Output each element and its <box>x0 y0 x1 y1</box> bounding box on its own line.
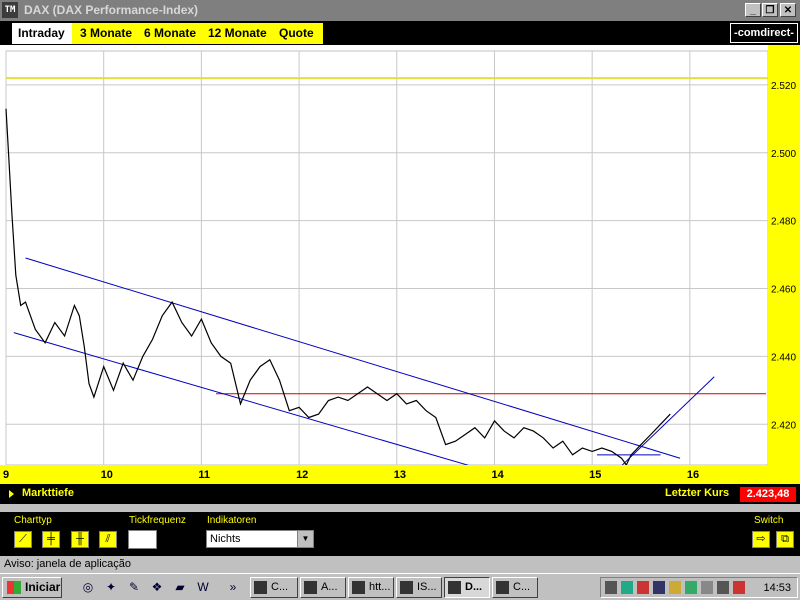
start-button[interactable]: Iniciar <box>2 577 62 598</box>
task-icon <box>304 581 317 594</box>
x-tick-label: 11 <box>198 469 210 481</box>
task-icon <box>496 581 509 594</box>
indikatoren-select[interactable]: Nichts ▼ <box>206 530 314 548</box>
tray-icon[interactable] <box>701 581 713 594</box>
y-axis: 2.520 2.500 2.480 2.460 2.440 2.420 <box>768 45 800 484</box>
task-label: htt... <box>369 581 391 593</box>
x-tick-label: 10 <box>101 469 113 481</box>
separator <box>0 504 800 512</box>
tray-icon[interactable] <box>637 581 649 594</box>
tab-3-monate[interactable]: 3 Monate <box>72 23 146 44</box>
task-label: C... <box>271 581 289 593</box>
switch-window-icon[interactable]: ⧉ <box>776 531 794 548</box>
tray-icon[interactable] <box>669 581 681 594</box>
folder-icon[interactable]: ▰ <box>172 579 188 595</box>
tray-icon[interactable] <box>733 581 745 594</box>
x-tick-label: 16 <box>687 469 699 481</box>
tickfrequenz-input[interactable] <box>128 530 157 549</box>
task-button-5[interactable]: D... <box>444 577 490 598</box>
switch-forward-icon[interactable]: ⇨ <box>752 531 770 548</box>
tray-icon[interactable] <box>605 581 617 594</box>
tab-6-monate[interactable]: 6 Monate <box>138 23 206 44</box>
app-icon[interactable]: TM <box>2 2 18 18</box>
taskbar: Iniciar ◎ ✦ ✎ ❖ ▰ W » C... A... htt... I… <box>0 573 800 600</box>
x-axis: 9 10 11 12 13 14 15 16 <box>0 465 768 484</box>
tab-quote[interactable]: Quote <box>272 23 323 44</box>
chart-area: 2.520 2.500 2.480 2.460 2.440 2.420 9 10 11 12 13… <box>0 45 800 484</box>
y-tick-label: 2.420 <box>771 420 796 431</box>
y-tick-label: 2.480 <box>771 217 796 228</box>
indikatoren-label: Indikatoren <box>207 515 257 526</box>
tickfrequenz-label: Tickfrequenz <box>129 515 186 526</box>
start-label: Iniciar <box>25 580 61 594</box>
tab-intraday[interactable]: Intraday <box>12 23 76 44</box>
chart-grid <box>5 50 769 466</box>
y-axis-band <box>768 45 800 484</box>
y-tick-label: 2.500 <box>771 149 796 160</box>
tools-icon[interactable]: ✎ <box>126 579 142 595</box>
comdirect-logo: -comdirect- <box>730 23 798 43</box>
markttiefe-link[interactable]: Markttiefe <box>22 487 74 499</box>
task-button-2[interactable]: A... <box>300 577 346 598</box>
tray-icon[interactable] <box>717 581 729 594</box>
task-button-4[interactable]: IS... <box>396 577 442 598</box>
x-tick-label: 9 <box>3 469 9 481</box>
task-button-6[interactable]: C... <box>492 577 538 598</box>
acrobat-icon[interactable]: ✦ <box>103 579 119 595</box>
line-chart-icon[interactable]: ⟋ <box>14 531 32 548</box>
restore-button[interactable]: ❐ <box>762 3 778 17</box>
ohlc-chart-icon[interactable]: ⫽ <box>99 531 117 548</box>
clock: 14:53 <box>763 582 791 594</box>
tab-12-monate[interactable]: 12 Monate <box>200 23 280 44</box>
minimize-button[interactable]: _ <box>745 3 761 17</box>
close-button[interactable]: ✕ <box>780 3 796 17</box>
indikatoren-value: Nichts <box>210 533 241 545</box>
x-tick-label: 15 <box>589 469 601 481</box>
system-tray: 14:53 <box>600 577 798 598</box>
x-tick-label: 12 <box>296 469 308 481</box>
network-icon[interactable]: ❖ <box>149 579 165 595</box>
y-tick-label: 2.520 <box>771 81 796 92</box>
task-icon <box>400 581 413 594</box>
tab-bar: Intraday 3 Monate 6 Monate 12 Monate Quo… <box>0 21 800 45</box>
tray-icon[interactable] <box>653 581 665 594</box>
info-row: Markttiefe Letzter Kurs 2.423,48 <box>0 484 800 504</box>
task-icon <box>352 581 365 594</box>
task-icon <box>448 581 461 594</box>
y-tick-label: 2.440 <box>771 352 796 363</box>
status-bar: Aviso: janela de aplicação <box>0 556 800 573</box>
letzter-kurs-value: 2.423,48 <box>740 487 796 502</box>
switch-label: Switch <box>754 515 784 526</box>
windows-logo-icon <box>7 581 21 594</box>
y-tick-label: 2.460 <box>771 285 796 296</box>
more-icon[interactable]: » <box>225 579 241 595</box>
title-bar: TM DAX (DAX Performance-Index) _ ❐ ✕ <box>0 0 800 21</box>
candle-chart-icon[interactable]: ╪ <box>42 531 60 548</box>
dropdown-arrow-icon[interactable]: ▼ <box>297 531 313 547</box>
task-button-3[interactable]: htt... <box>348 577 394 598</box>
tray-icon[interactable] <box>621 581 633 594</box>
task-label: C... <box>513 581 531 593</box>
task-icon <box>254 581 267 594</box>
task-button-1[interactable]: C... <box>250 577 298 598</box>
task-label: D... <box>465 581 483 593</box>
tray-icon[interactable] <box>685 581 697 594</box>
window-title: DAX (DAX Performance-Index) <box>24 3 199 17</box>
charttyp-label: Charttyp <box>14 515 52 526</box>
expand-arrow-icon[interactable] <box>9 490 14 498</box>
x-tick-label: 13 <box>394 469 406 481</box>
task-label: A... <box>321 581 338 593</box>
control-panel: Charttyp ⟋ ╪ ╫ ⫽ Tickfrequenz Indikatore… <box>0 512 800 556</box>
plot-frame <box>5 50 769 466</box>
bar-chart-icon[interactable]: ╫ <box>71 531 89 548</box>
letzter-kurs-label: Letzter Kurs <box>665 487 730 499</box>
x-axis-band <box>0 465 768 484</box>
x-tick-label: 14 <box>491 469 504 481</box>
word-icon[interactable]: W <box>195 579 211 595</box>
task-label: IS... <box>417 581 437 593</box>
price-chart: 2.520 2.500 2.480 2.460 2.440 2.420 9 10 11 12 13… <box>0 45 800 484</box>
browser-icon[interactable]: ◎ <box>80 579 96 595</box>
